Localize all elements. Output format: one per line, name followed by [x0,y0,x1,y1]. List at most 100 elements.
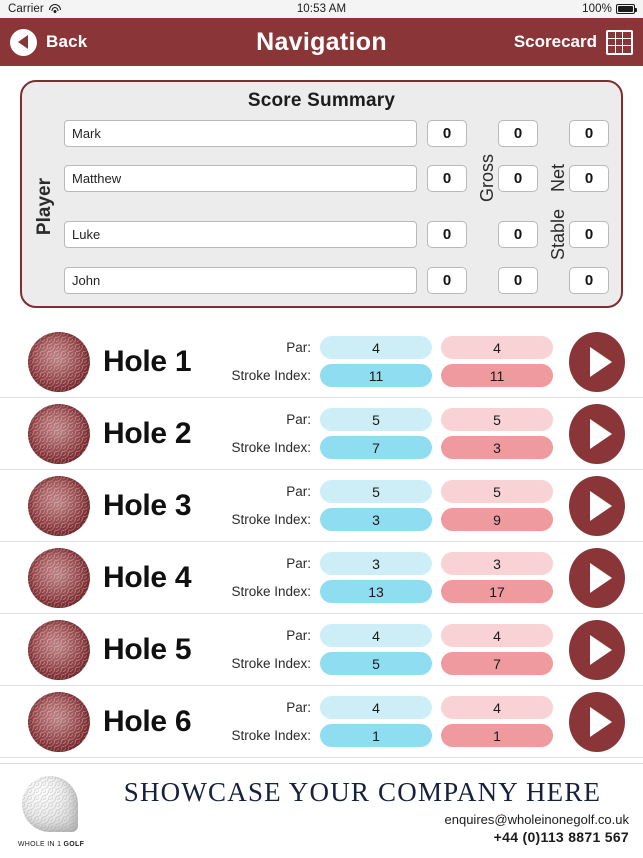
par-pink-pill: 5 [441,480,553,504]
gross-score-value[interactable]: 0 [427,221,467,249]
play-hole-button[interactable] [569,403,625,464]
play-hole-button[interactable] [569,475,625,536]
par-pink-pill: 3 [441,552,553,576]
status-bar-time: 10:53 AM [296,3,347,15]
golf-ball-icon [28,691,90,752]
net-score-value[interactable]: 0 [498,221,538,249]
player-column-label: Player [34,178,55,236]
par-label: Par: [286,484,311,500]
list-item[interactable]: Hole 1 Par: 4 4 Stroke Index: 11 11 [0,326,643,399]
logo-caption: WHOLE IN 1 GOLF [14,841,88,848]
score-summary-panel: Score Summary Player Mark 0 0 0 Matthew … [20,80,623,309]
holes-list: Hole 1 Par: 4 4 Stroke Index: 11 11 Hole… [0,326,643,759]
par-blue-pill: 5 [320,408,432,432]
player-name-input[interactable]: Luke [64,221,417,249]
play-arrow-icon [589,706,612,737]
net-score-value[interactable]: 0 [498,120,538,147]
golf-ball-icon [28,475,90,536]
play-arrow-icon [589,418,612,449]
stroke-index-line: Stroke Index: 5 7 [227,652,553,676]
stroke-index-pink-pill: 1 [441,724,553,748]
golf-ball-logo-icon: WHOLE IN 1 GOLF [14,772,88,850]
net-column-label: Net [547,164,568,193]
par-label: Par: [286,340,311,356]
gross-score-value[interactable]: 0 [427,164,467,192]
net-score-value[interactable]: 0 [498,267,538,295]
score-summary-body: Player Mark 0 0 0 Matthew 0 Gross 0 Net … [34,120,609,295]
par-blue-pill: 4 [320,696,432,720]
sponsor-email: enquires@wholeinonegolf.co.uk [444,812,629,827]
carrier-label: Carrier [8,3,44,15]
battery-full-icon [616,4,637,14]
play-hole-button[interactable] [569,619,625,680]
par-line: Par: 3 3 [227,552,553,576]
table-row: Mark 0 0 0 [56,120,609,147]
sponsor-text: SHOWCASE YOUR COMPANY HERE enquires@whol… [88,777,629,845]
status-bar-right: 100% [582,3,637,15]
stable-score-value[interactable]: 0 [569,164,609,192]
golf-ball-icon [28,403,90,464]
par-label: Par: [286,556,311,572]
net-score-value[interactable]: 0 [498,164,538,192]
stable-score-value[interactable]: 0 [569,267,609,295]
status-bar: Carrier 10:53 AM 100% [0,0,643,18]
scorecard-button[interactable]: Scorecard [514,29,633,55]
stroke-index-pink-pill: 17 [441,580,553,604]
play-hole-button[interactable] [569,547,625,608]
stroke-index-label: Stroke Index: [231,440,311,456]
list-item[interactable]: Hole 5 Par: 4 4 Stroke Index: 5 7 [0,614,643,687]
stroke-index-label: Stroke Index: [231,584,311,600]
back-button[interactable]: Back [10,28,87,56]
list-item[interactable]: Hole 3 Par: 5 5 Stroke Index: 3 9 [0,470,643,543]
list-item[interactable]: Hole 6 Par: 4 4 Stroke Index: 1 1 [0,686,643,759]
par-pink-pill: 4 [441,624,553,648]
grid-icon [606,29,633,55]
play-hole-button[interactable] [569,691,625,752]
golf-ball-icon [28,547,90,608]
par-line: Par: 5 5 [227,408,553,432]
stroke-index-blue-pill: 5 [320,652,432,676]
logo-caption-bold: GOLF [63,841,85,848]
score-summary-rows: Mark 0 0 0 Matthew 0 Gross 0 Net 0 Luke … [56,120,609,295]
golf-ball-icon [28,619,90,680]
stroke-index-line: Stroke Index: 1 1 [227,724,553,748]
stable-column-label: Stable [547,209,568,261]
play-hole-button[interactable] [569,331,625,392]
par-label: Par: [286,412,311,428]
golf-ball-icon [28,331,90,392]
stroke-index-blue-pill: 3 [320,508,432,532]
stroke-index-pink-pill: 9 [441,508,553,532]
back-circle-arrow-icon [10,28,37,56]
stable-score-value[interactable]: 0 [569,120,609,147]
gross-score-value[interactable]: 0 [427,267,467,295]
battery-percent-label: 100% [582,3,612,15]
hole-name-label: Hole 1 [103,344,192,378]
gross-column-label: Gross [476,154,497,203]
player-name-input[interactable]: John [64,267,417,295]
stroke-index-blue-pill: 11 [320,364,432,388]
gross-score-value[interactable]: 0 [427,120,467,147]
player-name-input[interactable]: Matthew [64,164,417,192]
play-arrow-icon [589,562,612,593]
par-line: Par: 4 4 [227,336,553,360]
sponsor-phone: +44 (0)113 8871 567 [493,829,629,845]
score-summary-section: Score Summary Player Mark 0 0 0 Matthew … [0,66,643,309]
par-blue-pill: 5 [320,480,432,504]
sponsor-banner[interactable]: WHOLE IN 1 GOLF SHOWCASE YOUR COMPANY HE… [0,763,643,858]
hole-name-label: Hole 3 [103,488,192,522]
player-name-input[interactable]: Mark [64,120,417,147]
stroke-index-line: Stroke Index: 11 11 [227,364,553,388]
stroke-index-blue-pill: 1 [320,724,432,748]
par-blue-pill: 4 [320,624,432,648]
hole-stats: Par: 5 5 Stroke Index: 3 9 [227,480,553,532]
stroke-index-line: Stroke Index: 7 3 [227,436,553,460]
stroke-index-blue-pill: 7 [320,436,432,460]
stroke-index-pink-pill: 3 [441,436,553,460]
par-line: Par: 4 4 [227,624,553,648]
stable-score-value[interactable]: 0 [569,221,609,249]
list-item[interactable]: Hole 4 Par: 3 3 Stroke Index: 13 17 [0,542,643,615]
list-item[interactable]: Hole 2 Par: 5 5 Stroke Index: 7 3 [0,398,643,471]
stroke-index-label: Stroke Index: [231,368,311,384]
stroke-index-line: Stroke Index: 13 17 [227,580,553,604]
stroke-index-label: Stroke Index: [231,656,311,672]
